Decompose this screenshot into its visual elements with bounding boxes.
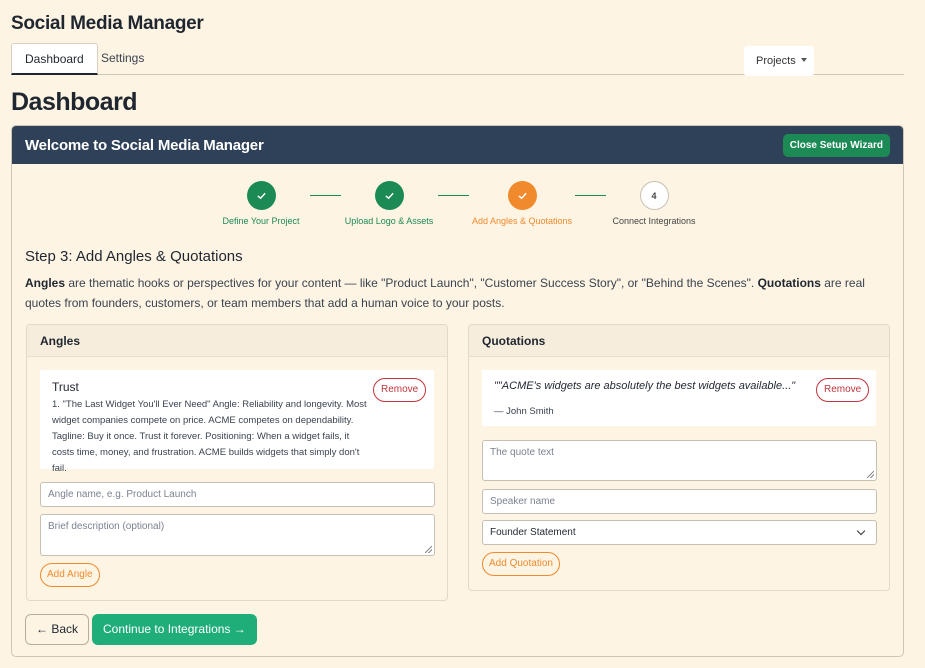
step-label: Connect Integrations [612,216,696,226]
check-icon [374,181,404,210]
page-title: Dashboard [11,88,138,116]
remove-quotation-button[interactable]: Remove [816,378,870,402]
angles-definition: are thematic hooks or perspectives for y… [65,276,758,290]
setup-wizard: Welcome to Social Media Manager Close Se… [11,125,904,657]
quote-textarea[interactable]: The quote text [482,440,877,481]
wizard-title: Welcome to Social Media Manager [25,137,264,154]
chevron-down-icon [856,526,866,536]
projects-label: Projects [756,55,796,67]
resize-handle-icon[interactable] [425,546,432,553]
step-4: 4 Connect Integrations [584,181,724,226]
step-number: 4 [639,181,669,210]
quotation-item: ""ACME's widgets are absolutely the best… [482,370,876,426]
tab-dashboard[interactable]: Dashboard [11,43,98,75]
remove-angle-button[interactable]: Remove [373,378,427,402]
resize-handle-icon[interactable] [867,471,874,478]
tab-settings[interactable]: Settings [88,43,157,75]
quotations-panel: Quotations ""ACME's widgets are absolute… [468,324,890,591]
speaker-name-input[interactable]: Speaker name [482,489,877,514]
angles-term: Angles [25,276,66,290]
quote-text: ""ACME's widgets are absolutely the best… [494,380,796,392]
caret-down-icon [800,58,807,62]
angles-panel: Angles Trust 1. "The Last Widget You'll … [26,324,448,601]
stepper: Define Your Project Upload Logo & Assets… [12,181,903,231]
add-angle-button[interactable]: Add Angle [40,563,100,587]
quote-type-value: Founder Statement [490,527,576,538]
quotations-term: Quotations [757,276,821,290]
add-quotation-button[interactable]: Add Quotation [482,552,560,576]
section-title: Step 3: Add Angles & Quotations [25,248,243,265]
quotations-panel-title: Quotations [469,325,889,357]
angle-description: 1. "The Last Widget You'll Ever Need" An… [52,399,367,474]
angles-panel-title: Angles [27,325,447,357]
step-1: Define Your Project [191,181,331,226]
close-wizard-button[interactable]: Close Setup Wizard [782,134,890,157]
angle-name: Trust [52,380,79,394]
angle-description-textarea[interactable]: Brief description (optional) [40,514,435,556]
step-2: Upload Logo & Assets [319,181,459,226]
quote-speaker: — John Smith [494,406,554,417]
continue-button[interactable]: Continue to Integrations → [92,614,257,645]
angle-description-placeholder: Brief description (optional) [48,521,165,532]
step-label: Upload Logo & Assets [344,216,434,226]
check-icon [507,181,537,210]
step-3: Add Angles & Quotations [452,181,592,226]
quote-type-select[interactable]: Founder Statement [482,520,877,545]
back-button[interactable]: ← Back [25,614,90,645]
step-label: Add Angles & Quotations [471,216,573,226]
angle-item: Trust 1. "The Last Widget You'll Ever Ne… [40,370,434,474]
app-title: Social Media Manager [11,13,204,34]
wizard-header: Welcome to Social Media Manager Close Se… [12,126,903,164]
step-label: Define Your Project [222,216,300,226]
quote-placeholder: The quote text [490,447,554,458]
projects-dropdown[interactable]: Projects [744,46,814,76]
intro-text: Angles are thematic hooks or perspective… [25,273,887,313]
check-icon [246,181,276,210]
angle-name-input[interactable]: Angle name, e.g. Product Launch [40,482,435,507]
